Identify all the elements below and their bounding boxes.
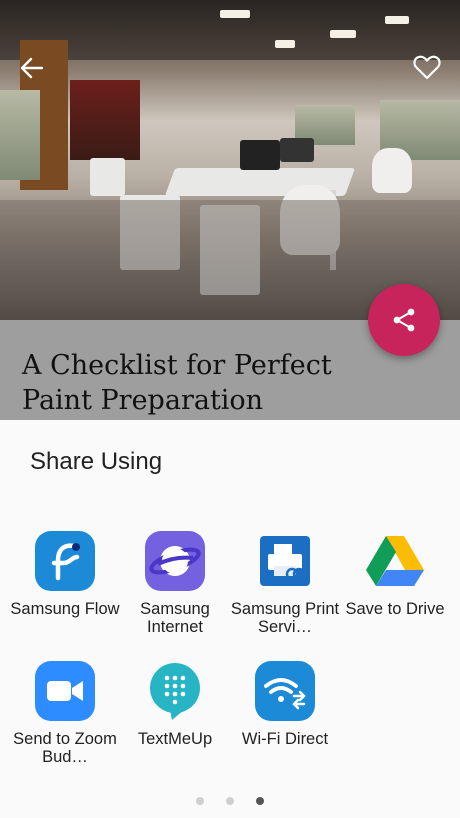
samsung-print-service-icon: [254, 530, 316, 592]
hero-image: [0, 0, 460, 320]
share-app-label: Samsung Flow: [10, 600, 120, 618]
back-arrow-icon[interactable]: [18, 54, 46, 82]
page-indicator: [0, 797, 460, 805]
samsung-flow-icon: [34, 530, 96, 592]
share-app-label: Samsung Internet: [140, 600, 210, 636]
page-dot-2[interactable]: [226, 797, 234, 805]
share-app-label: TextMeUp: [137, 730, 213, 748]
share-app-send-to-zoom[interactable]: Send to Zoom Bud…: [10, 660, 120, 766]
share-icon: [393, 308, 415, 332]
share-app-samsung-internet[interactable]: Samsung Internet: [120, 530, 230, 636]
share-app-label: Samsung Print Servi…: [230, 600, 340, 636]
share-app-textmeup[interactable]: TextMeUp: [120, 660, 230, 748]
zoom-icon: [34, 660, 96, 722]
wifi-direct-icon: [254, 660, 316, 722]
share-app-samsung-flow[interactable]: Samsung Flow: [10, 530, 120, 618]
share-app-wifi-direct[interactable]: Wi-Fi Direct: [230, 660, 340, 748]
share-app-label: Send to Zoom Bud…: [13, 730, 117, 766]
article-title: A Checklist for Perfect Paint Preparatio…: [22, 350, 332, 416]
google-drive-icon: [364, 530, 426, 592]
favorite-heart-icon[interactable]: [412, 52, 442, 82]
share-app-label: Save to Drive: [345, 600, 445, 618]
share-fab-button[interactable]: [368, 284, 440, 356]
share-sheet-title: Share Using: [30, 448, 163, 475]
share-app-samsung-print-service[interactable]: Samsung Print Servi…: [230, 530, 340, 636]
page-dot-3-active[interactable]: [256, 797, 264, 805]
samsung-internet-icon: [144, 530, 206, 592]
page-dot-1[interactable]: [196, 797, 204, 805]
share-app-save-to-drive[interactable]: Save to Drive: [340, 530, 450, 618]
share-app-label: Wi-Fi Direct: [241, 730, 329, 748]
textmeup-icon: [144, 660, 206, 722]
